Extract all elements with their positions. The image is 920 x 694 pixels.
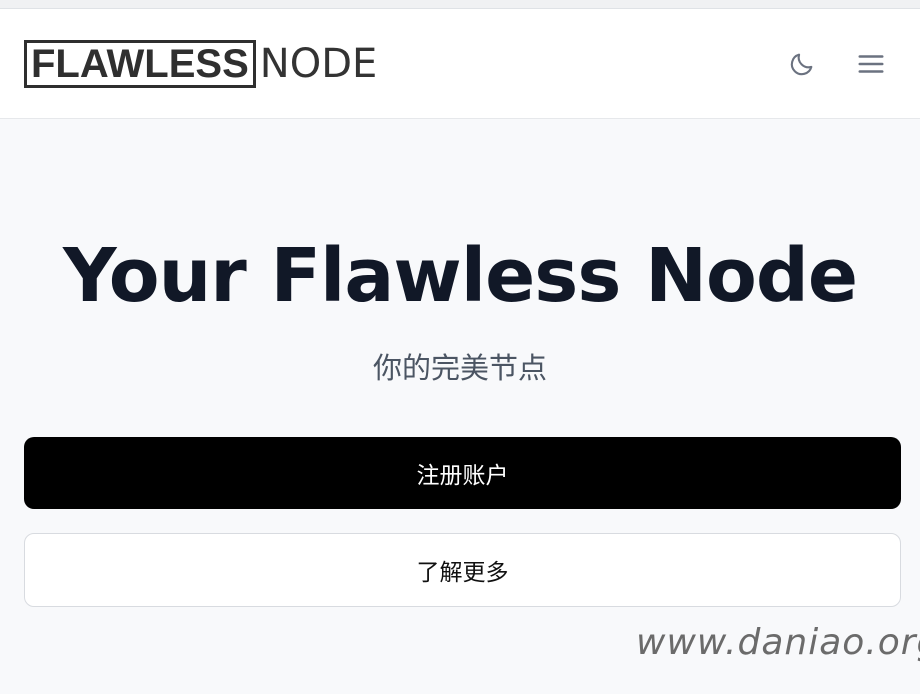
logo-bold-text: FLAWLESS <box>24 40 256 88</box>
site-logo[interactable]: FLAWLESS NODE <box>24 40 377 88</box>
register-button-label: 注册账户 <box>416 463 509 489</box>
register-button[interactable]: 注册账户 <box>24 437 901 509</box>
browser-top-strip <box>0 0 920 9</box>
moon-icon <box>790 53 813 76</box>
logo-light-text: NODE <box>259 41 378 87</box>
site-header: FLAWLESS NODE <box>0 9 920 119</box>
hero-title: Your Flawless Node <box>62 233 858 319</box>
watermark-text: www.daniao.org <box>636 622 920 663</box>
learn-more-button-label: 了解更多 <box>416 560 509 586</box>
hero-subtitle: 你的完美节点 <box>372 351 547 385</box>
menu-button[interactable] <box>851 44 891 84</box>
learn-more-button[interactable]: 了解更多 <box>24 533 901 607</box>
hamburger-menu-icon <box>858 55 884 73</box>
theme-toggle-button[interactable] <box>782 44 822 84</box>
